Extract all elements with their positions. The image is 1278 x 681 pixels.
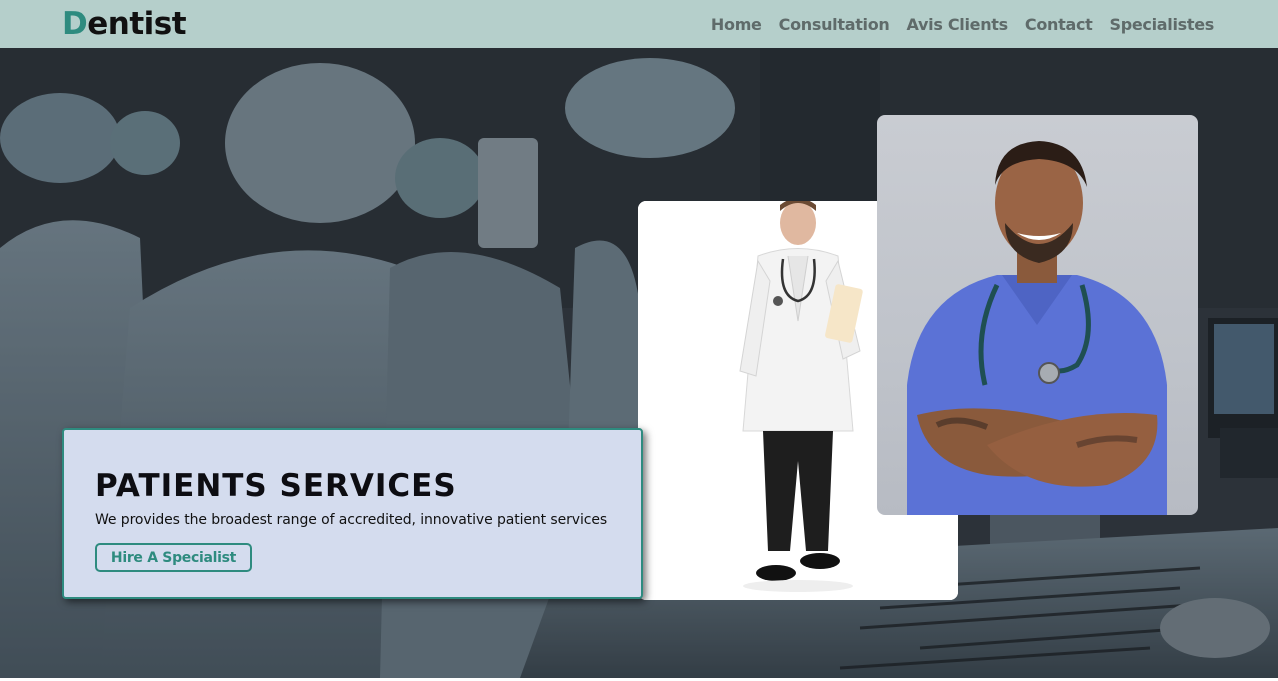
nav-consultation-link[interactable]: Consultation — [779, 15, 890, 34]
nav-specialistes-link[interactable]: Specialistes — [1109, 15, 1214, 34]
hero-description: We provides the broadest range of accred… — [95, 512, 608, 528]
main-nav: Home Consultation Avis Clients Contact S… — [711, 0, 1214, 48]
doctor-blue-scrubs-card — [877, 115, 1198, 515]
hero-title: PATIENTS SERVICES — [95, 468, 457, 504]
hero-section: PATIENTS SERVICES We provides the broade… — [0, 48, 1278, 678]
nav-avis-clients-link[interactable]: Avis Clients — [907, 15, 1009, 34]
logo-text: entist — [87, 6, 187, 42]
nav-home-link[interactable]: Home — [711, 15, 762, 34]
patient-services-box: PATIENTS SERVICES We provides the broade… — [62, 428, 643, 599]
logo-initial: D — [62, 6, 88, 42]
site-header: Dentist Home Consultation Avis Clients C… — [0, 0, 1278, 48]
site-logo[interactable]: Dentist — [62, 4, 187, 44]
hire-specialist-button[interactable]: Hire A Specialist — [95, 543, 252, 572]
nav-contact-link[interactable]: Contact — [1025, 15, 1093, 34]
doctor-blue-scrubs-image — [907, 141, 1167, 515]
